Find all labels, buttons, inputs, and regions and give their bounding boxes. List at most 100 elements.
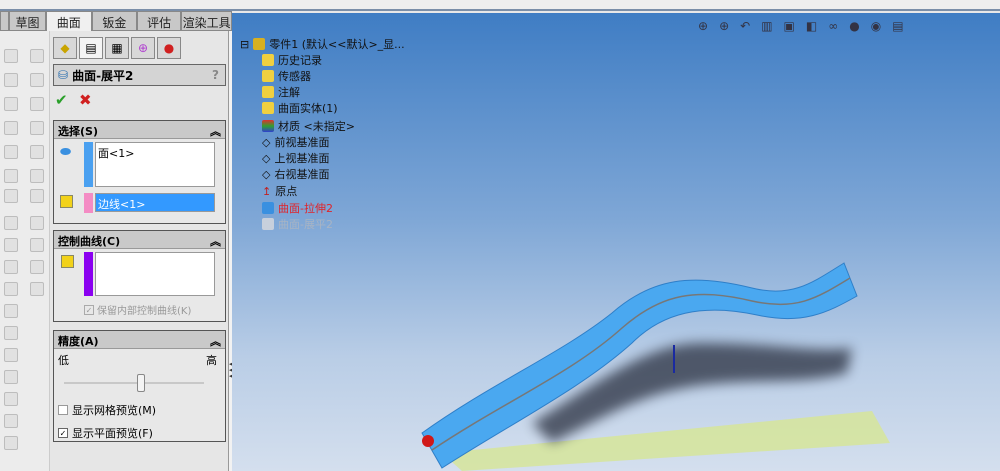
tab-left-edge bbox=[0, 11, 9, 31]
section-view-icon[interactable]: ▥ bbox=[761, 19, 772, 33]
help-icon[interactable]: ? bbox=[212, 68, 219, 82]
target-icon: ⊕ bbox=[137, 41, 149, 55]
command-manager-strip bbox=[0, 0, 1000, 11]
tree-item[interactable]: 传感器 bbox=[262, 68, 311, 84]
tool-icon[interactable] bbox=[4, 436, 18, 450]
tool-icon[interactable] bbox=[4, 370, 18, 384]
tool-icon[interactable] bbox=[30, 260, 44, 274]
history-icon bbox=[262, 54, 274, 66]
tab-evaluate[interactable]: 评估 bbox=[137, 11, 182, 31]
tool-icon[interactable] bbox=[4, 238, 18, 252]
tree-item[interactable]: 曲面-展平2 bbox=[262, 216, 333, 232]
tree-item[interactable]: 历史记录 bbox=[262, 52, 322, 68]
edge-item[interactable]: 边线<1> bbox=[98, 198, 145, 211]
tool-icon[interactable] bbox=[4, 73, 18, 87]
collapse-icon[interactable]: ︽ bbox=[210, 333, 221, 348]
previous-view-icon[interactable]: ↶ bbox=[740, 19, 750, 33]
tree-item[interactable]: ◇ 右视基准面 bbox=[262, 166, 329, 182]
collapse-icon[interactable]: ︽ bbox=[210, 233, 221, 248]
face-item[interactable]: 面<1> bbox=[98, 147, 134, 160]
ok-button[interactable]: ✔ bbox=[55, 91, 68, 109]
tree-item-label: 材质 <未指定> bbox=[278, 120, 355, 133]
tool-icon[interactable] bbox=[4, 145, 18, 159]
tool-icon[interactable] bbox=[4, 392, 18, 406]
show-mesh-label: 显示网格预览(M) bbox=[72, 404, 157, 417]
tool-icon[interactable] bbox=[4, 304, 18, 318]
feature-manager-tab[interactable]: ◆ bbox=[53, 37, 77, 59]
tool-icon[interactable] bbox=[30, 238, 44, 252]
face-list[interactable]: 面<1> bbox=[95, 142, 215, 187]
tree-root-label: 零件1 (默认<<默认>_显... bbox=[269, 38, 405, 51]
tree-item[interactable]: 曲面实体(1) bbox=[262, 100, 338, 116]
control-curves-header: 控制曲线(C) bbox=[58, 235, 121, 248]
tool-icon[interactable] bbox=[4, 216, 18, 230]
tab-render-tools[interactable]: 渲染工具 bbox=[181, 11, 233, 31]
tool-icon[interactable] bbox=[30, 216, 44, 230]
tool-icon[interactable] bbox=[4, 189, 18, 203]
property-manager-tab[interactable]: ▤ bbox=[79, 37, 103, 59]
flatten-surface-icon bbox=[262, 218, 274, 230]
tool-icon[interactable] bbox=[4, 97, 18, 111]
display-manager-tab[interactable]: ● bbox=[157, 37, 181, 59]
tool-icon[interactable] bbox=[4, 348, 18, 362]
tool-icon[interactable] bbox=[30, 169, 44, 183]
tree-root[interactable]: ⊟ 零件1 (默认<<默认>_显... bbox=[240, 36, 405, 52]
control-curve-list[interactable] bbox=[95, 252, 215, 296]
tool-icon[interactable] bbox=[30, 121, 44, 135]
tree-item[interactable]: ◇ 上视基准面 bbox=[262, 150, 329, 166]
view-settings-icon[interactable]: ▤ bbox=[892, 19, 903, 33]
appearance-icon[interactable]: ● bbox=[849, 19, 859, 33]
tab-sketch[interactable]: 草图 bbox=[8, 11, 46, 31]
surface-bodies-icon bbox=[262, 102, 274, 114]
tool-icon[interactable] bbox=[30, 282, 44, 296]
dimxpert-tab[interactable]: ⊕ bbox=[131, 37, 155, 59]
tree-item[interactable]: ↥ 原点 bbox=[262, 183, 297, 199]
part-icon bbox=[253, 38, 266, 50]
tool-icon[interactable] bbox=[30, 49, 44, 63]
material-icon bbox=[262, 120, 274, 132]
tree-item[interactable]: 曲面-拉伸2 bbox=[262, 200, 333, 216]
view-orientation-icon[interactable]: ▣ bbox=[784, 19, 795, 33]
configuration-manager-tab[interactable]: ▦ bbox=[105, 37, 129, 59]
tool-icon[interactable] bbox=[30, 145, 44, 159]
accuracy-slider-thumb[interactable] bbox=[137, 374, 145, 392]
tool-icon[interactable] bbox=[4, 414, 18, 428]
collapse-icon[interactable]: ⊟ bbox=[240, 38, 249, 51]
tree-item[interactable]: 注解 bbox=[262, 84, 300, 100]
sensor-icon bbox=[262, 70, 274, 82]
hide-show-icon[interactable]: ∞ bbox=[828, 19, 838, 33]
tree-item[interactable]: 材质 <未指定> bbox=[262, 118, 355, 134]
tree-item-label: 曲面-展平2 bbox=[278, 218, 333, 231]
tab-surface[interactable]: 曲面 bbox=[45, 11, 92, 31]
anchor-point[interactable] bbox=[422, 435, 434, 447]
cancel-button[interactable]: ✖ bbox=[79, 91, 92, 109]
heads-up-toolbar: ⊕ ⊕ ↶ ▥ ▣ ◧ ∞ ● ◉ ▤ bbox=[698, 19, 943, 33]
tool-icon[interactable] bbox=[4, 282, 18, 296]
tool-icon[interactable] bbox=[4, 169, 18, 183]
collapse-icon[interactable]: ︽ bbox=[210, 123, 221, 138]
tool-icon[interactable] bbox=[30, 97, 44, 111]
keep-internal-checkbox[interactable]: ✓ bbox=[84, 304, 94, 315]
tool-icon[interactable] bbox=[4, 49, 18, 63]
tree-item[interactable]: ◇ 前视基准面 bbox=[262, 134, 329, 150]
zoom-area-icon[interactable]: ⊕ bbox=[719, 19, 729, 33]
tool-icon[interactable] bbox=[4, 326, 18, 340]
tree-item-label: 历史记录 bbox=[278, 54, 322, 67]
tool-icon[interactable] bbox=[30, 189, 44, 203]
scene-icon[interactable]: ◉ bbox=[871, 19, 881, 33]
tool-icon[interactable] bbox=[4, 260, 18, 274]
plane-icon: ◇ bbox=[262, 135, 271, 149]
tab-sheet-metal[interactable]: 钣金 bbox=[91, 11, 138, 31]
feature-tree-icon: ◆ bbox=[60, 41, 70, 55]
edge-list[interactable]: 边线<1> bbox=[95, 193, 215, 212]
show-flat-checkbox[interactable]: ✓ bbox=[58, 428, 68, 438]
tool-icon[interactable] bbox=[4, 121, 18, 135]
graphics-viewport[interactable]: ⊕ ⊕ ↶ ▥ ▣ ◧ ∞ ● ◉ ▤ bbox=[232, 13, 1000, 471]
show-mesh-checkbox[interactable] bbox=[58, 405, 68, 415]
zoom-to-fit-icon[interactable]: ⊕ bbox=[698, 19, 708, 33]
accuracy-slider-track[interactable] bbox=[64, 382, 204, 384]
display-style-icon[interactable]: ◧ bbox=[806, 19, 817, 33]
show-flat-label: 显示平面预览(F) bbox=[72, 427, 153, 440]
tool-icon[interactable] bbox=[30, 73, 44, 87]
model-view bbox=[421, 262, 890, 471]
